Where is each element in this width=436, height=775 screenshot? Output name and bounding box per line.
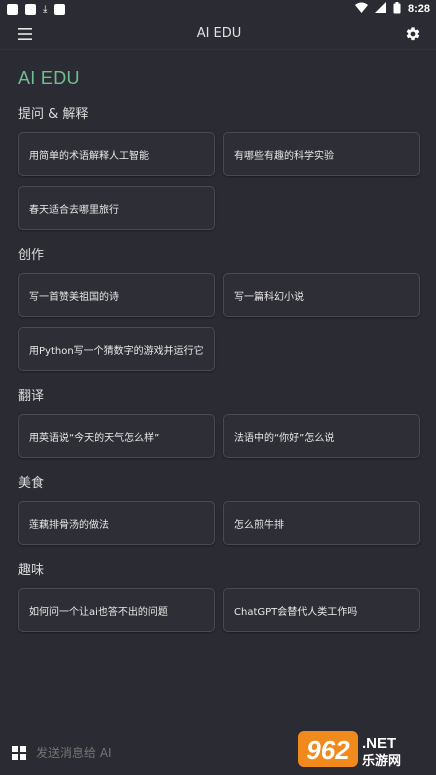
app-notification-icon-2: [54, 3, 66, 15]
app-bar: AI EDU: [0, 18, 436, 50]
prompt-card[interactable]: 如何问一个让ai也答不出的问题: [18, 588, 215, 632]
prompt-grid: 写一首赞美祖国的诗 写一篇科幻小说 用Python写一个猜数字的游戏并运行它: [18, 273, 420, 371]
prompt-card[interactable]: 莲藕排骨汤的做法: [18, 501, 215, 545]
prompt-card[interactable]: 法语中的“你好”怎么说: [223, 414, 420, 458]
prompt-grid: 用英语说“今天的天气怎么样” 法语中的“你好”怎么说: [18, 414, 420, 458]
prompt-card[interactable]: 用Python写一个猜数字的游戏并运行它: [18, 327, 215, 371]
prompt-card[interactable]: 写一首赞美祖国的诗: [18, 273, 215, 317]
section-create: 创作 写一首赞美祖国的诗 写一篇科幻小说 用Python写一个猜数字的游戏并运行…: [18, 244, 420, 371]
gear-icon[interactable]: [404, 25, 422, 43]
section-title: 提问 & 解释: [18, 107, 89, 122]
app-notification-icon: [25, 3, 36, 15]
prompt-grid: 如何问一个让ai也答不出的问题 ChatGPT会替代人类工作吗: [18, 588, 420, 632]
message-input[interactable]: [36, 746, 276, 760]
prompt-grid: 莲藕排骨汤的做法 怎么煎牛排: [18, 501, 420, 545]
section-fun: 趣味 如何问一个让ai也答不出的问题 ChatGPT会替代人类工作吗: [18, 559, 420, 632]
status-left-icons: ⤓: [7, 3, 66, 15]
section-title: 美食: [18, 476, 45, 491]
prompt-card[interactable]: ChatGPT会替代人类工作吗: [223, 588, 420, 632]
prompt-grid: 用简单的术语解释人工智能 有哪些有趣的科学实验 春天适合去哪里旅行: [18, 132, 420, 230]
section-title: 创作: [18, 248, 45, 263]
section-qa: 提问 & 解释 用简单的术语解释人工智能 有哪些有趣的科学实验 春天适合去哪里旅…: [18, 103, 420, 230]
prompt-card[interactable]: 有哪些有趣的科学实验: [223, 132, 420, 176]
battery-icon: [393, 1, 401, 17]
watermark-logo: 962 .NET 乐游网: [298, 729, 432, 769]
download-icon: ⤓: [43, 3, 48, 15]
section-title: 翻译: [18, 389, 45, 404]
grid-menu-icon[interactable]: [12, 746, 26, 760]
watermark-suffix: .NET: [362, 735, 396, 752]
watermark-text: 乐游网: [362, 753, 401, 769]
main-content: AI EDU 提问 & 解释 用简单的术语解释人工智能 有哪些有趣的科学实验 春…: [0, 50, 436, 632]
section-title: 趣味: [18, 563, 45, 578]
signal-icon: [374, 2, 386, 16]
brand-title: AI EDU: [18, 68, 80, 88]
status-time: 8:28: [407, 3, 430, 15]
app-bar-title: AI EDU: [196, 26, 242, 41]
watermark-number: 962: [306, 735, 350, 765]
status-bar: ⤓ 8:28: [0, 0, 436, 18]
wifi-icon: [354, 2, 368, 16]
section-translate: 翻译 用英语说“今天的天气怎么样” 法语中的“你好”怎么说: [18, 385, 420, 458]
prompt-card[interactable]: 用简单的术语解释人工智能: [18, 132, 215, 176]
notification-icon: [7, 3, 18, 15]
prompt-card[interactable]: 春天适合去哪里旅行: [18, 186, 215, 230]
prompt-card[interactable]: 用英语说“今天的天气怎么样”: [18, 414, 215, 458]
menu-icon[interactable]: [16, 25, 34, 43]
section-food: 美食 莲藕排骨汤的做法 怎么煎牛排: [18, 472, 420, 545]
status-right-icons: 8:28: [354, 1, 430, 17]
prompt-card[interactable]: 写一篇科幻小说: [223, 273, 420, 317]
prompt-card[interactable]: 怎么煎牛排: [223, 501, 420, 545]
